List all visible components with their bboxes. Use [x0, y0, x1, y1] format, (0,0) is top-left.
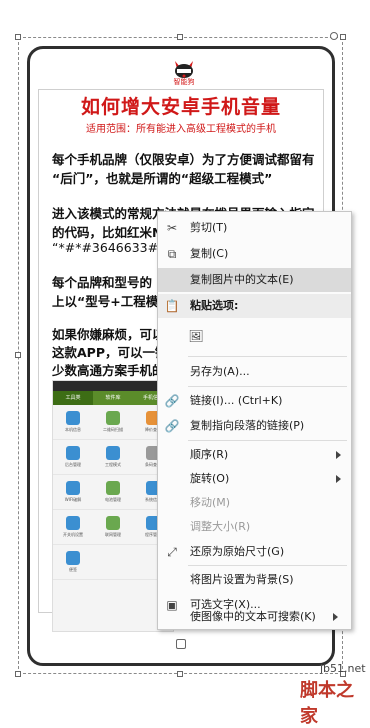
submenu-arrow-icon	[336, 451, 341, 459]
notes-icon	[66, 551, 80, 565]
menu-item-save-as[interactable]: 另存为(A)...	[158, 360, 351, 384]
menu-item-move: 移动(M)	[190, 496, 231, 509]
rotate-handle[interactable]	[330, 32, 338, 40]
page-title: 如何增大安卓手机音量	[80, 96, 281, 118]
paragraph-link-icon: 🔗	[164, 419, 180, 433]
paragraph-3-line-1: 每个品牌和型号的	[52, 275, 153, 290]
menu-item-set-as-background[interactable]: 将图片设置为背景(S)	[158, 568, 351, 592]
menu-item-order[interactable]: 顺序(R)	[158, 443, 351, 467]
menu-separator	[188, 440, 347, 441]
menu-section-paste-options: 📋 粘贴选项:	[158, 294, 351, 318]
app-icon-cell: 后台管理	[61, 446, 85, 468]
app-icon-cell: 联网管理	[101, 516, 125, 538]
paragraph-1-line-2: “后门”，也就是所谓的“超级工程模式”	[52, 171, 273, 186]
home-button-icon	[176, 639, 186, 649]
paragraph-1-line-1: 每个手机品牌（仅限安卓）为了方便调试都留有	[52, 152, 315, 167]
link-icon: 🔗	[164, 394, 180, 408]
paste-icon: 📋	[164, 299, 180, 313]
menu-item-copy[interactable]: ⧉ 复制(C)	[158, 242, 351, 266]
submenu-arrow-icon	[336, 475, 341, 483]
menu-separator	[188, 565, 347, 566]
copy-icon: ⧉	[167, 247, 177, 261]
menu-item-copy-text-from-picture[interactable]: 复制图片中的文本(E)	[158, 268, 351, 292]
app-icon-cell: 本机信息	[61, 411, 85, 433]
menu-item-paste-picture[interactable]: 🖼	[158, 322, 351, 352]
battery-icon	[106, 481, 120, 495]
watermark-domain: jb51.net	[320, 662, 366, 675]
resize-handle-left[interactable]	[15, 352, 21, 358]
app-icon-cell: 便签	[61, 551, 85, 573]
app-status-bar	[53, 381, 173, 391]
scissors-icon: ✂	[166, 221, 178, 235]
paragraph-2-line-3: “*#*#3646633#*	[52, 240, 157, 255]
engineering-mode-icon	[106, 446, 120, 460]
paragraph-4-line-3: 少数高通方案手机的	[52, 363, 157, 378]
resize-handle-bottom-left[interactable]	[15, 671, 21, 677]
app-icon-cell: 二维码扫描	[101, 411, 125, 433]
app-icon-cell: 开关机设置	[61, 516, 85, 538]
paste-picture-icon: 🖼	[188, 329, 204, 343]
app-icon-cell: 电池管理	[101, 481, 125, 503]
document-page: 智能狗 如何增大安卓手机音量 适用范围：所有能进入高级工程模式的手机 每个手机品…	[0, 0, 370, 727]
menu-item-resize: 调整大小(R)	[190, 520, 251, 533]
app-icon-cell: WIFI破解	[61, 481, 85, 503]
logo-text: 智能狗	[173, 78, 195, 86]
paragraph-4-line-2: 这款APP，可以一键	[52, 345, 157, 360]
menu-item-cut[interactable]: ✂ 剪切(T)	[158, 216, 351, 240]
menu-item-link[interactable]: 🔗 链接(I)... (Ctrl+K)	[158, 389, 351, 413]
menu-separator	[188, 386, 347, 387]
menu-item-rotate[interactable]: 旋转(O)	[158, 467, 351, 491]
app-screenshot: 工具类 软件库 手机信息 本机信息 二维码扫描 降价查询 后台管理 工程模式 条…	[52, 380, 174, 632]
resize-handle-bottom[interactable]	[177, 671, 183, 677]
menu-item-copy-paragraph-link[interactable]: 🔗 复制指向段落的链接(P)	[158, 414, 351, 438]
background-manage-icon	[66, 446, 80, 460]
qr-scan-icon	[106, 411, 120, 425]
resize-handle-top[interactable]	[177, 34, 183, 40]
wifi-icon	[66, 481, 80, 495]
app-tab-bar: 工具类 软件库 手机信息	[53, 391, 173, 405]
network-manage-icon	[106, 516, 120, 530]
app-tab-tools: 工具类	[53, 391, 93, 405]
resize-handle-top-left[interactable]	[15, 34, 21, 40]
paragraph-4-line-1: 如果你嫌麻烦，可以	[52, 327, 157, 342]
phone-info-icon	[66, 411, 80, 425]
context-menu: ✂ 剪切(T) ⧉ 复制(C) 复制图片中的文本(E) 📋 粘贴选项: 🖼 另存…	[157, 211, 352, 630]
app-tab-software: 软件库	[105, 395, 121, 401]
restore-size-icon: ⤢	[167, 545, 177, 559]
menu-item-reset-size[interactable]: ⤢ 还原为原始尺寸(G)	[158, 540, 351, 564]
resize-handle-top-right[interactable]	[340, 34, 346, 40]
power-settings-icon	[66, 516, 80, 530]
paragraph-3-line-2: 上以“型号+工程模	[52, 294, 157, 309]
menu-item-make-text-searchable[interactable]: 使图像中的文本可搜索(K)	[158, 605, 348, 629]
submenu-arrow-icon	[333, 613, 338, 621]
page-subtitle: 适用范围：所有能进入高级工程模式的手机	[86, 124, 276, 135]
menu-separator	[188, 356, 347, 357]
watermark-brand: 脚本之家	[300, 680, 354, 727]
app-icon-cell: 工程模式	[101, 446, 125, 468]
